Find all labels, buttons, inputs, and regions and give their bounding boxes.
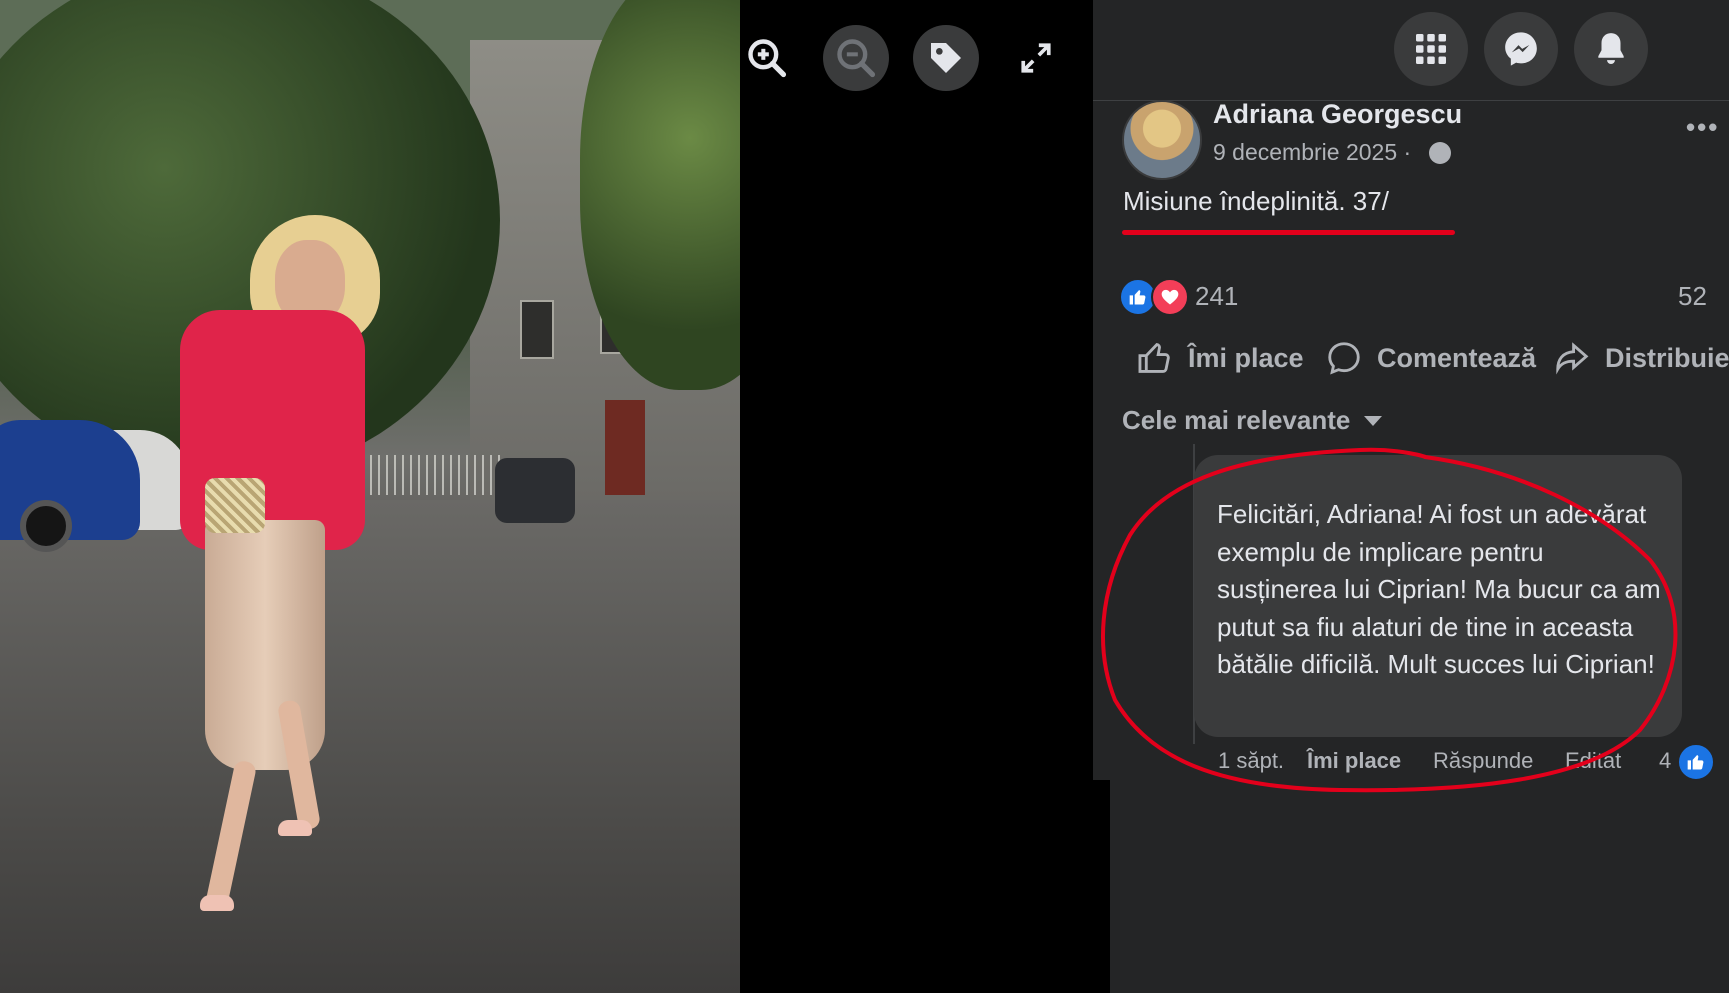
zoom-in-icon <box>748 39 787 78</box>
fullscreen-icon <box>1021 43 1051 73</box>
like-button[interactable]: Îmi place <box>1136 335 1304 381</box>
messenger-button[interactable] <box>1484 12 1558 86</box>
fullscreen-button[interactable] <box>1003 25 1069 91</box>
thumbs-up-icon <box>1138 343 1170 373</box>
caret-down-icon <box>1364 415 1383 426</box>
photo-person-skirt <box>205 520 325 770</box>
comments-sort-dropdown[interactable]: Cele mai relevante <box>1122 405 1383 436</box>
photo-road <box>0 500 740 993</box>
photo-wheel <box>20 500 72 552</box>
share-icon <box>1556 342 1589 375</box>
comment-button[interactable]: Comentează <box>1325 335 1536 381</box>
reactions-count[interactable]: 241 <box>1195 281 1238 312</box>
post-author-name[interactable]: Adriana Georgescu <box>1213 99 1462 130</box>
post-photo[interactable] <box>0 0 740 993</box>
comment-reply-button[interactable]: Răspunde <box>1433 748 1533 774</box>
tag-icon <box>931 43 961 73</box>
messenger-icon <box>1505 32 1537 66</box>
share-label: Distribuie <box>1605 342 1729 373</box>
comment-like-button[interactable]: Îmi place <box>1307 748 1401 774</box>
zoom-in-button[interactable] <box>734 25 800 91</box>
like-label: Îmi place <box>1188 342 1304 373</box>
comment-label: Comentează <box>1377 342 1537 373</box>
comment-icon <box>1328 342 1360 375</box>
globe-icon <box>1429 142 1451 164</box>
more-options-icon[interactable]: ••• <box>1686 112 1719 143</box>
comment-edited-label[interactable]: Editat <box>1565 748 1621 774</box>
bell-icon <box>1598 33 1624 65</box>
comments-sort-label: Cele mai relevante <box>1122 405 1351 435</box>
tag-button[interactable] <box>913 25 979 91</box>
photo-handbag <box>205 478 265 533</box>
photo-door <box>605 400 645 495</box>
comments-count[interactable]: 52 <box>1678 281 1707 312</box>
comment-like-reaction-icon[interactable] <box>1677 743 1715 781</box>
share-button[interactable]: Distribuie <box>1553 335 1729 381</box>
menu-button[interactable] <box>1394 12 1468 86</box>
photo-car <box>495 458 575 523</box>
comment-time[interactable]: 1 săpt. <box>1218 748 1284 774</box>
love-reaction-icon[interactable] <box>1151 278 1189 316</box>
comment-text: Felicitări, Adriana! Ai fost un adevărat… <box>1217 499 1661 679</box>
zoom-out-icon <box>837 39 876 78</box>
post-text: Misiune îndeplinită. 37/ <box>1123 186 1389 216</box>
comment-like-count[interactable]: 4 <box>1659 748 1671 774</box>
menu-grid-icon <box>1416 34 1446 64</box>
post-side-panel-lower <box>1110 780 1729 993</box>
photo-person-shoe <box>278 820 312 836</box>
photo-person-shoe <box>200 895 234 911</box>
zoom-out-button[interactable] <box>823 25 889 91</box>
annotation-underline <box>1122 230 1455 235</box>
photo-window <box>520 300 554 359</box>
post-date[interactable]: 9 decembrie 2025 · <box>1213 139 1411 166</box>
notifications-button[interactable] <box>1574 12 1648 86</box>
author-avatar[interactable] <box>1122 100 1202 180</box>
